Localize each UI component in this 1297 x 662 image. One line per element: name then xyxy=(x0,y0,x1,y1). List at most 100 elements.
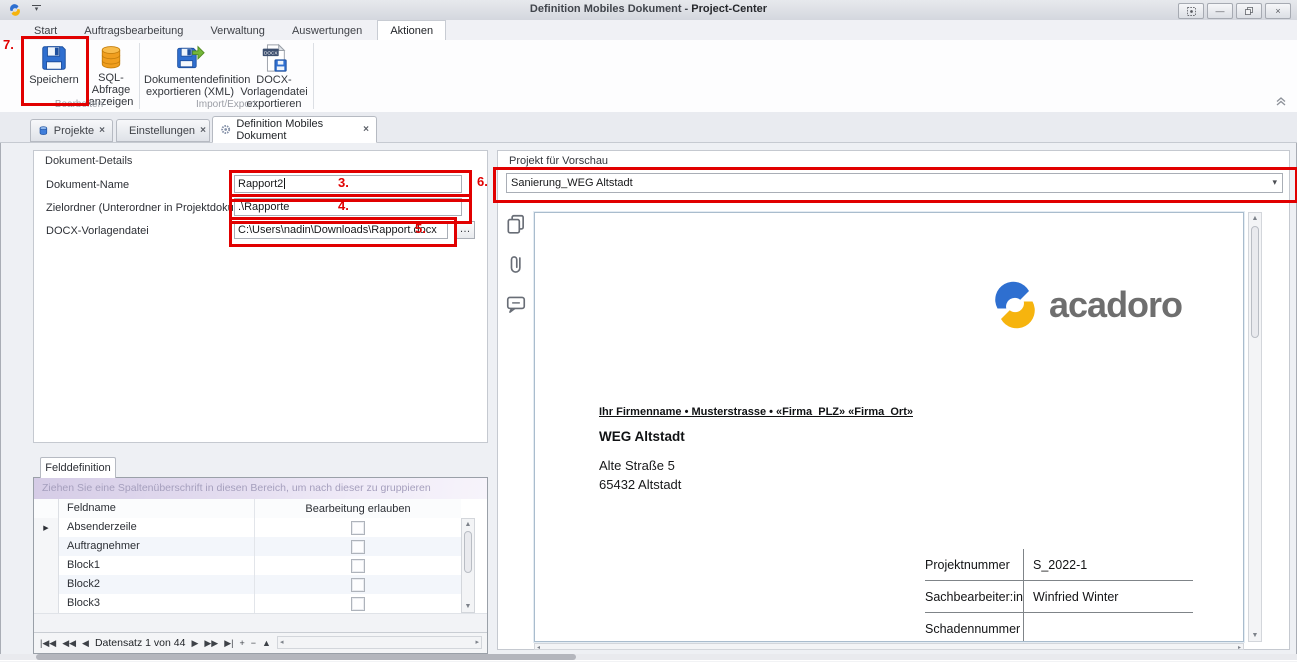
export-definition-xml-button[interactable]: Dokumentendefinition exportieren (XML) xyxy=(144,41,236,103)
scroll-left-icon[interactable]: ◂ xyxy=(537,644,540,651)
projekt-vorschau-caption: Projekt für Vorschau xyxy=(509,155,608,167)
scroll-down-icon[interactable]: ▼ xyxy=(462,601,474,612)
cell-bearbeitung[interactable] xyxy=(255,518,461,537)
row-indicator-cell xyxy=(34,594,59,613)
dokument-name-input[interactable]: Rapport2 xyxy=(234,175,462,193)
scroll-down-icon[interactable]: ▼ xyxy=(1249,630,1261,641)
tab-felddefinition[interactable]: Felddefinition xyxy=(40,457,116,478)
row-indicator-cell xyxy=(34,575,59,594)
projects-database-icon xyxy=(38,124,49,137)
scrollbar-thumb[interactable] xyxy=(1251,226,1259,338)
tab-close-icon[interactable]: × xyxy=(363,124,369,135)
cell-feldname[interactable]: Block3 xyxy=(59,594,255,613)
record-counter: Datensatz 1 von 44 xyxy=(95,637,185,649)
selected-project-value: Sanierung_WEG Altstadt xyxy=(511,177,633,189)
table-row[interactable]: Block3 xyxy=(34,594,461,614)
cell-bearbeitung[interactable] xyxy=(255,537,461,556)
checkbox-unchecked[interactable] xyxy=(351,559,365,573)
zielordner-input[interactable]: .\Rapporte xyxy=(234,198,462,216)
table-row[interactable]: Block2 xyxy=(34,575,461,595)
ribbon-tab-verwaltung[interactable]: Verwaltung xyxy=(198,21,276,40)
preview-horizontal-scrollbar[interactable]: ◂ ▸ xyxy=(534,643,1244,650)
sql-query-button[interactable]: SQL-Abfrage anzeigen xyxy=(86,41,136,103)
scrollbar-thumb[interactable] xyxy=(464,531,472,573)
dokument-name-label: Dokument-Name xyxy=(46,179,129,191)
grid-groupby-area[interactable]: Ziehen Sie eine Spaltenüberschrift in di… xyxy=(34,478,487,499)
document-preview-page[interactable]: acadoro Ihr Firmenname • Musterstrasse •… xyxy=(534,212,1244,642)
nav-last-icon[interactable]: ▶| xyxy=(224,638,233,649)
row-indicator-cell xyxy=(34,556,59,575)
comment-icon[interactable] xyxy=(505,293,527,315)
minimize-button[interactable]: — xyxy=(1207,3,1233,19)
cell-feldname[interactable]: Block2 xyxy=(59,575,255,594)
grid-record-navigator: |◀◀ ◀◀ ◀ Datensatz 1 von 44 ▶ ▶▶ ▶| + − … xyxy=(34,632,487,653)
scroll-right-icon[interactable]: ▸ xyxy=(475,638,479,646)
nav-first-icon[interactable]: |◀◀ xyxy=(40,638,56,649)
copy-pages-icon[interactable] xyxy=(505,213,527,235)
navigator-horizontal-scrollbar[interactable]: ◂ ▸ xyxy=(277,636,482,649)
tab-close-icon[interactable]: × xyxy=(99,125,105,136)
table-row: Schadennummer xyxy=(925,613,1193,642)
doc-projektnummer-value: S_2022-1 xyxy=(1023,549,1193,580)
window-title-app: Project-Center xyxy=(691,3,767,15)
fullscreen-button[interactable] xyxy=(1178,3,1204,19)
close-button[interactable]: × xyxy=(1265,3,1291,19)
grid-vertical-scrollbar[interactable]: ▲ ▼ xyxy=(461,518,475,613)
nav-add-icon[interactable]: + xyxy=(239,638,244,648)
tab-close-icon[interactable]: × xyxy=(200,125,206,136)
ribbon-tab-aktionen[interactable]: Aktionen xyxy=(377,20,446,41)
docx-badge-text: DOCX xyxy=(264,50,278,55)
acadoro-logo-text: acadoro xyxy=(1049,287,1182,323)
checkbox-unchecked[interactable] xyxy=(351,540,365,554)
cell-bearbeitung[interactable] xyxy=(255,556,461,575)
checkbox-unchecked[interactable] xyxy=(351,597,365,611)
restore-icon xyxy=(1244,6,1254,16)
nav-next-page-icon[interactable]: ▶▶ xyxy=(204,638,218,649)
dropdown-arrow-icon[interactable]: ▾ xyxy=(1272,177,1277,188)
table-row[interactable]: Auftragnehmer xyxy=(34,537,461,557)
nav-remove-icon[interactable]: − xyxy=(251,638,256,648)
project-select-dropdown[interactable]: Sanierung_WEG Altstadt ▾ xyxy=(506,173,1283,193)
tab-einstellungen[interactable]: Einstellungen × xyxy=(116,119,210,142)
scroll-right-icon[interactable]: ▸ xyxy=(1238,644,1241,651)
export-xml-icon xyxy=(175,43,205,73)
nav-next-icon[interactable]: ▶ xyxy=(191,638,198,649)
cell-bearbeitung[interactable] xyxy=(255,594,461,613)
fullscreen-icon xyxy=(1186,6,1197,17)
preview-vertical-scrollbar[interactable]: ▲ ▼ xyxy=(1248,212,1262,642)
cell-bearbeitung[interactable] xyxy=(255,575,461,594)
checkbox-unchecked[interactable] xyxy=(351,578,365,592)
window-title-document: Definition Mobiles Dokument - xyxy=(530,3,691,15)
cell-feldname[interactable]: Auftragnehmer xyxy=(59,537,255,556)
save-button[interactable]: Speichern xyxy=(26,41,82,103)
restore-button[interactable] xyxy=(1236,3,1262,19)
collapse-ribbon-icon[interactable] xyxy=(1273,92,1289,108)
column-header-bearbeitung[interactable]: Bearbeitung erlauben xyxy=(255,499,461,518)
grid-corner-cell xyxy=(34,499,59,518)
nav-edit-icon[interactable]: ▲ xyxy=(262,638,271,648)
doc-schadennummer-label: Schadennummer xyxy=(925,622,1023,636)
cell-feldname[interactable]: Block1 xyxy=(59,556,255,575)
window-controls: — × xyxy=(1178,3,1291,19)
nav-prev-page-icon[interactable]: ◀◀ xyxy=(62,638,76,649)
tab-projekte[interactable]: Projekte × xyxy=(30,119,113,142)
browse-file-button[interactable]: … xyxy=(455,221,475,239)
scroll-left-icon[interactable]: ◂ xyxy=(280,638,284,646)
doc-projektnummer-label: Projektnummer xyxy=(925,558,1023,572)
scroll-up-icon[interactable]: ▲ xyxy=(1249,213,1261,224)
doc-recipient-name: WEG Altstadt xyxy=(599,429,685,444)
column-header-feldname[interactable]: Feldname xyxy=(59,499,255,518)
scroll-up-icon[interactable]: ▲ xyxy=(462,519,474,530)
docx-vorlagendatei-input[interactable]: C:\Users\nadin\Downloads\Rapport.docx xyxy=(234,221,448,239)
cell-feldname[interactable]: Absenderzeile xyxy=(59,518,255,537)
ribbon-tab-start[interactable]: Start xyxy=(22,21,69,40)
table-row[interactable]: ▶ Absenderzeile xyxy=(34,518,461,538)
nav-prev-icon[interactable]: ◀ xyxy=(82,638,89,649)
ribbon-tab-auswertungen[interactable]: Auswertungen xyxy=(280,21,374,40)
table-row[interactable]: Block1 xyxy=(34,556,461,576)
export-docx-template-button[interactable]: DOCX DOCX-Vorlagendatei exportieren xyxy=(238,41,310,103)
paperclip-icon[interactable] xyxy=(505,253,527,275)
tab-definition-mobiles-dokument[interactable]: Definition Mobiles Dokument × xyxy=(212,116,377,143)
ribbon-tab-auftragsbearbeitung[interactable]: Auftragsbearbeitung xyxy=(72,21,195,40)
checkbox-unchecked[interactable] xyxy=(351,521,365,535)
